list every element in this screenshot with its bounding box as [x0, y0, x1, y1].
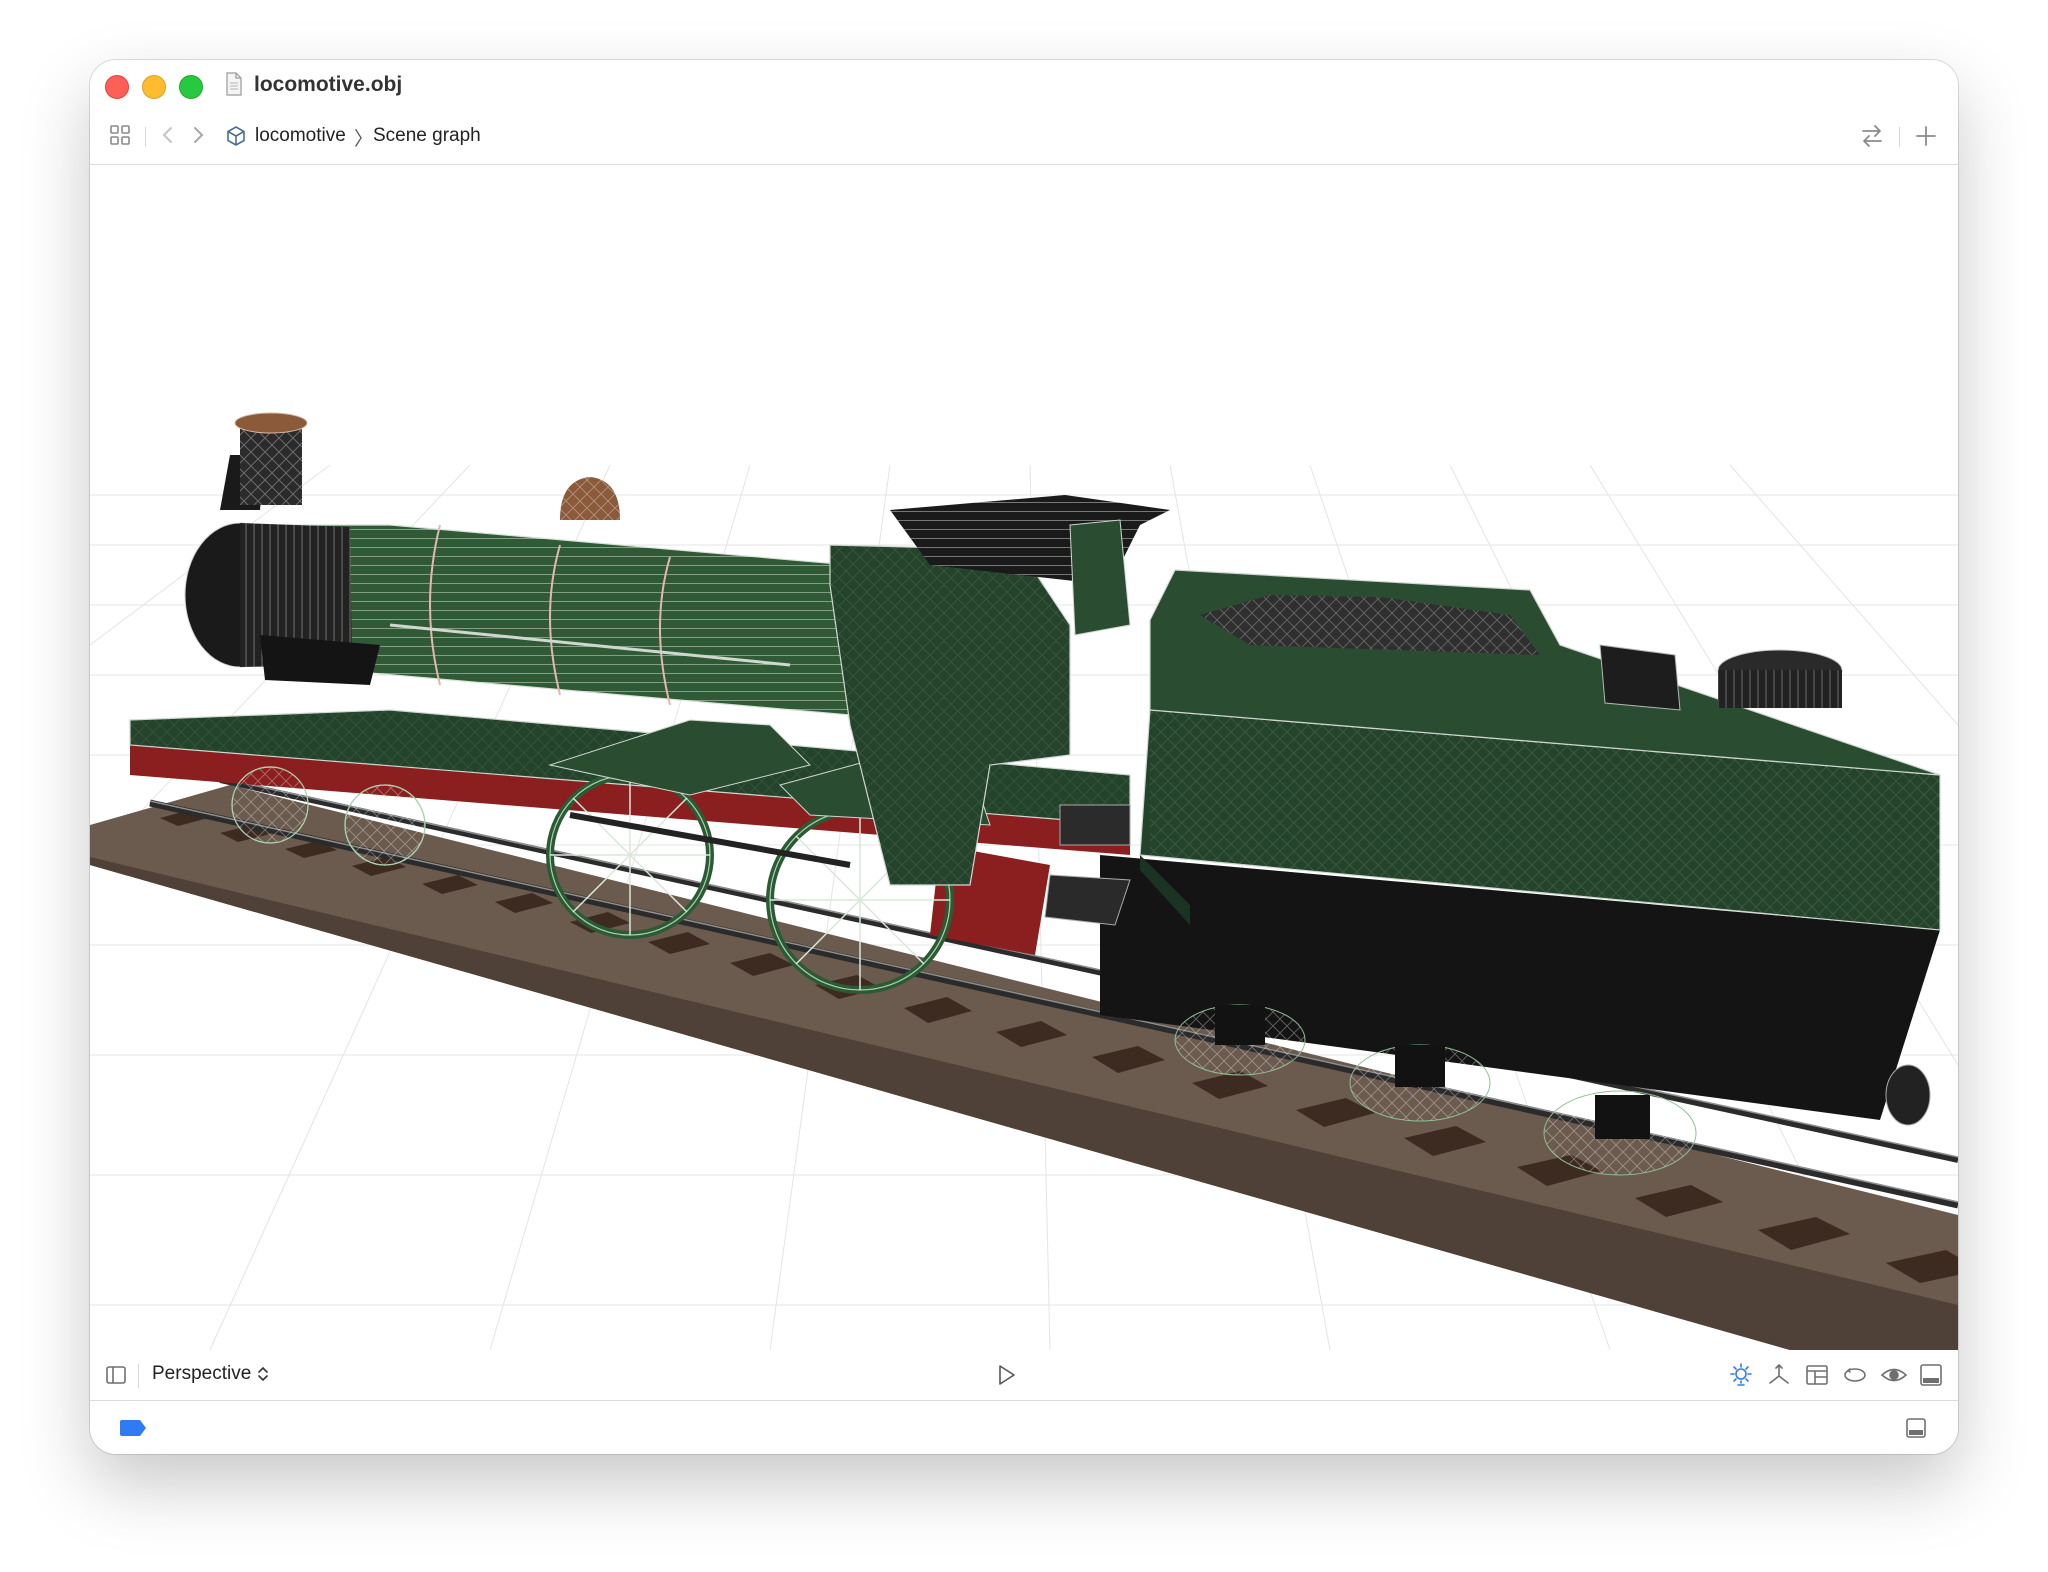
chimney — [220, 412, 308, 510]
plus-icon[interactable] — [1912, 122, 1940, 155]
breadcrumb-separator: 〉 — [354, 129, 374, 150]
back-chevron-icon[interactable] — [158, 123, 178, 152]
grid-view-icon[interactable] — [108, 123, 132, 152]
boiler — [264, 524, 851, 716]
layout-icon[interactable] — [1804, 1362, 1830, 1388]
document-icon — [225, 72, 243, 101]
window-title: locomotive.obj — [254, 73, 403, 96]
navigation-bar: locomotive 〉 Scene graph — [90, 110, 1958, 164]
swap-arrows-icon[interactable] — [1858, 122, 1886, 155]
play-icon[interactable] — [995, 1363, 1017, 1392]
toolbar-separator — [138, 1364, 139, 1388]
loop-icon[interactable] — [1842, 1362, 1868, 1388]
forward-chevron-icon[interactable] — [188, 123, 208, 152]
updown-chevron-icon[interactable] — [257, 1364, 269, 1389]
axes-icon[interactable] — [1766, 1362, 1792, 1388]
viewport-options — [1728, 1362, 1944, 1388]
minimize-window-button[interactable] — [142, 75, 166, 99]
camera-mode-popup[interactable]: Perspective — [152, 1363, 251, 1385]
breadcrumb-item-scene-graph[interactable]: Scene graph — [373, 125, 481, 147]
close-window-button[interactable] — [105, 75, 129, 99]
nav-right-separator — [1899, 127, 1900, 147]
app-window: locomotive.obj locomotive 〉 Scene graph — [90, 60, 1958, 1454]
nav-separator — [145, 127, 146, 147]
zoom-window-button[interactable] — [179, 75, 203, 99]
titlebar: locomotive.obj locomotive 〉 Scene graph — [90, 60, 1958, 164]
steam-dome — [560, 477, 620, 520]
tag-icon[interactable] — [118, 1419, 148, 1442]
eye-icon[interactable] — [1880, 1362, 1908, 1388]
sidebar-toggle-icon[interactable] — [105, 1364, 127, 1391]
3d-viewport[interactable] — [90, 165, 1958, 1350]
viewport-toolbar: Perspective — [90, 1350, 1958, 1400]
bottom-panel-icon[interactable] — [1918, 1362, 1944, 1388]
scene-render — [90, 412, 1958, 1350]
lighting-icon[interactable] — [1728, 1362, 1754, 1388]
status-footer — [90, 1401, 1958, 1454]
breadcrumb-item-locomotive[interactable]: locomotive — [255, 125, 346, 147]
bottom-panel-icon[interactable] — [1904, 1416, 1928, 1445]
scene-cube-icon — [225, 125, 247, 152]
